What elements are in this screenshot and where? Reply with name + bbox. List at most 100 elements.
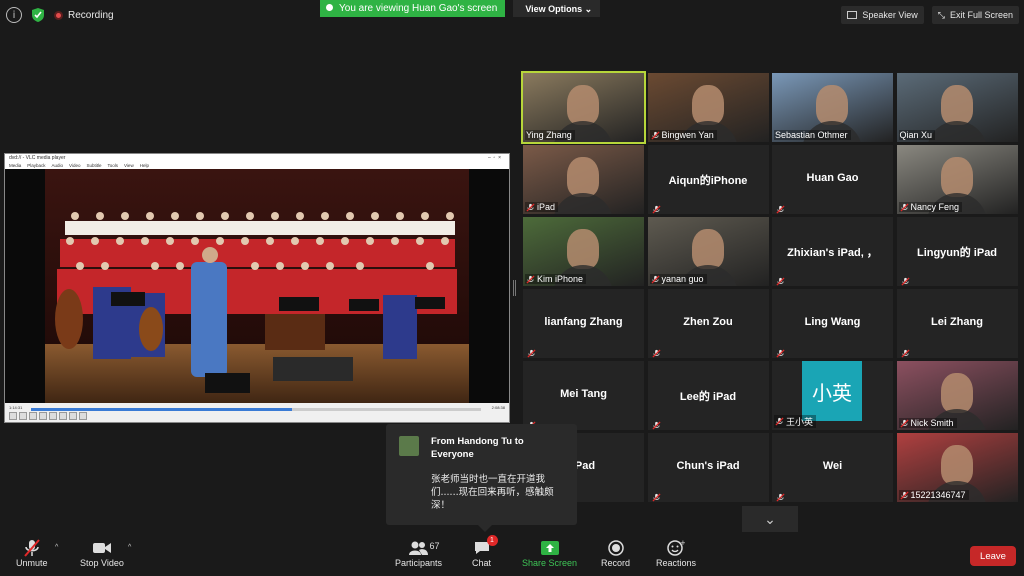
participant-tile[interactable]: Kim iPhone	[523, 217, 644, 286]
participant-tile[interactable]: Bingwen Yan	[647, 73, 769, 142]
chat-button[interactable]: 1 Chat	[472, 535, 498, 568]
mic-muted-icon	[899, 202, 909, 212]
participant-tile[interactable]: Sebastian Othmer	[772, 73, 893, 142]
fullscreen-icon[interactable]	[49, 412, 57, 420]
recording-label: Recording	[68, 9, 114, 21]
exit-fullscreen-icon: ⤡	[937, 9, 945, 20]
vlc-seek-row: 1:14:31 2:08:38	[9, 405, 505, 411]
playlist-icon[interactable]	[59, 412, 67, 420]
participant-video-feed	[940, 157, 973, 197]
stop-icon[interactable]	[29, 412, 37, 420]
mic-muted-icon	[776, 201, 785, 214]
participant-name: Nick Smith	[910, 418, 954, 428]
participant-name: Wei	[822, 460, 843, 472]
reactions-label: Reactions	[656, 558, 697, 568]
viewing-indicator: You are viewing Huan Gao's screen	[320, 0, 506, 17]
participant-avatar: 小英	[802, 361, 862, 421]
participant-video-feed	[940, 445, 973, 485]
participant-name: 王小英	[786, 417, 814, 427]
participant-tile[interactable]: Nancy Feng	[896, 145, 1018, 214]
participants-icon: 67	[408, 538, 440, 558]
participant-tile[interactable]: Nick Smith	[896, 361, 1018, 430]
vlc-menu-item[interactable]: Help	[140, 162, 149, 169]
record-button[interactable]: Record	[601, 538, 630, 568]
participant-name: Lingyun的 iPad	[916, 247, 998, 259]
next-icon[interactable]	[39, 412, 47, 420]
participant-name-label: yanan guo	[649, 274, 707, 284]
mic-muted-icon	[900, 345, 910, 358]
participant-tile[interactable]: Zhen Zou	[647, 289, 769, 358]
participant-tile[interactable]: Ling Wang	[772, 289, 893, 358]
leave-meeting-button[interactable]: Leave	[970, 546, 1016, 566]
participant-tile[interactable]: Aiqun的iPhone	[647, 145, 769, 214]
vlc-menu-item[interactable]: Tools	[108, 162, 119, 169]
shuffle-icon[interactable]	[79, 412, 87, 420]
previous-icon[interactable]	[19, 412, 27, 420]
video-options-caret-icon[interactable]: ^	[128, 544, 131, 551]
mic-muted-icon	[650, 274, 660, 284]
top-left-status: i Recording	[6, 5, 114, 25]
info-icon[interactable]: i	[6, 7, 22, 23]
participant-tile[interactable]: lianfang Zhang	[523, 289, 644, 358]
participant-tile[interactable]: Ying Zhang	[521, 71, 646, 144]
participant-name-label: Sebastian Othmer	[774, 130, 851, 140]
participant-name: 15221346747	[910, 490, 966, 500]
mic-muted-icon	[776, 489, 785, 502]
stop-video-button[interactable]: Stop Video	[80, 538, 124, 568]
participant-name: Zhen Zou	[683, 316, 733, 328]
participant-tile[interactable]: Chun's iPad	[647, 433, 769, 502]
stop-video-label: Stop Video	[80, 558, 124, 568]
audio-options-caret-icon[interactable]: ^	[55, 544, 58, 551]
participant-tile[interactable]: Huan Gao	[772, 145, 893, 214]
participant-name: Qian Xu	[899, 130, 933, 140]
gallery-scroll-down-button[interactable]: ⌄	[742, 506, 798, 532]
participant-name-label: Nick Smith	[898, 418, 957, 428]
participant-tile[interactable]: Zhixian's iPad, ，	[772, 217, 893, 286]
top-right-controls: Speaker View ⤡ Exit Full Screen	[841, 6, 1019, 24]
participant-tile[interactable]: Qian Xu	[896, 73, 1018, 142]
exit-fullscreen-label: Exit Full Screen	[949, 10, 1013, 20]
exit-fullscreen-button[interactable]: ⤡ Exit Full Screen	[931, 6, 1019, 24]
unmute-button[interactable]: Unmute	[16, 538, 48, 568]
participant-tile[interactable]: Lei Zhang	[896, 289, 1018, 358]
recording-indicator[interactable]: Recording	[54, 10, 114, 21]
vlc-menu-item[interactable]: Media	[9, 162, 21, 169]
participant-tile[interactable]: Mei Tang	[523, 361, 644, 430]
speaker-view-button[interactable]: Speaker View	[841, 6, 924, 24]
chat-notification-popup[interactable]: From Handong Tu to Everyone 张老师当时也一直在开道我…	[386, 424, 577, 532]
participant-name-label: Ying Zhang	[525, 130, 575, 140]
participant-tile[interactable]: Lee的 iPad	[647, 361, 769, 430]
participant-name: Zhixian's iPad, ，	[787, 247, 878, 259]
vlc-menu-item[interactable]: Audio	[52, 162, 64, 169]
view-options-button[interactable]: View Options ⌄	[513, 0, 601, 17]
record-label: Record	[601, 558, 631, 568]
vlc-menu-item[interactable]: Video	[69, 162, 80, 169]
participant-tile[interactable]: iPad	[523, 145, 644, 214]
mic-muted-icon	[900, 273, 910, 286]
participant-tile[interactable]: 15221346747	[896, 433, 1018, 502]
participant-tile[interactable]: 小英 王小英	[772, 361, 893, 430]
screen-share-banner: You are viewing Huan Gao's screen View O…	[320, 0, 601, 17]
loop-icon[interactable]	[69, 412, 77, 420]
mic-muted-icon	[527, 345, 536, 358]
vlc-menu-item[interactable]: Subtitle	[86, 162, 101, 169]
vlc-menu-item[interactable]: Playback	[27, 162, 45, 169]
reactions-button[interactable]: + Reactions	[656, 538, 696, 568]
resize-splitter-handle[interactable]	[513, 280, 516, 296]
security-shield-icon[interactable]	[30, 6, 46, 24]
chevron-down-icon: ⌄	[584, 4, 593, 14]
participants-button[interactable]: 67 Participants	[395, 538, 442, 568]
participant-tile[interactable]: Lingyun的 iPad	[896, 217, 1018, 286]
share-screen-button[interactable]: Share Screen	[522, 538, 577, 568]
window-controls-icon: – ▫ ×	[487, 155, 501, 161]
shared-screen-vlc-window[interactable]: dvd:// - VLC media player – ▫ × Media Pla…	[4, 153, 510, 423]
mic-muted-icon	[775, 417, 784, 426]
participant-tile[interactable]: Wei	[772, 433, 893, 502]
viewing-text: You are viewing Huan Gao's screen	[339, 3, 498, 14]
seek-bar[interactable]	[31, 408, 481, 411]
participant-name: lianfang Zhang	[544, 316, 623, 328]
vlc-menu-item[interactable]: View	[124, 162, 134, 169]
pause-icon[interactable]	[9, 412, 17, 420]
participant-tile[interactable]: yanan guo	[647, 217, 769, 286]
participant-name-label: Nancy Feng	[898, 202, 963, 212]
